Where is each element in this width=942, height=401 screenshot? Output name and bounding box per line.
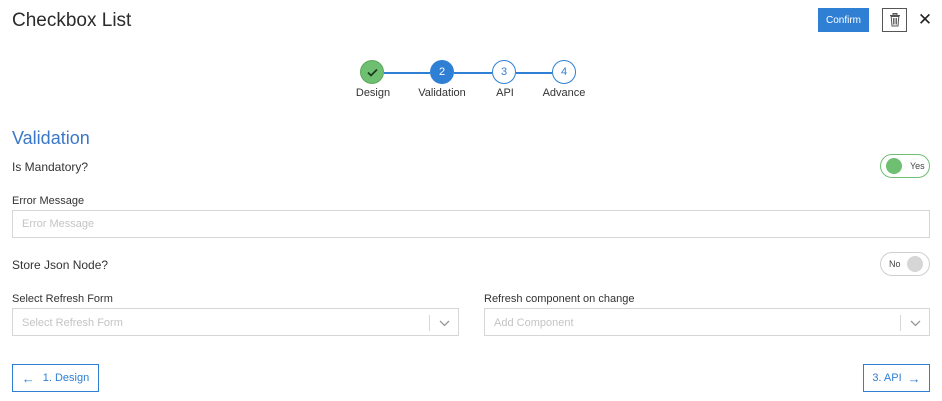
mandatory-label: Is Mandatory?	[12, 160, 89, 174]
select-separator	[429, 315, 430, 331]
chevron-down-icon[interactable]	[438, 317, 450, 329]
select-separator	[900, 315, 901, 331]
arrow-left-icon: ←	[21, 370, 35, 386]
close-icon[interactable]: ✕	[917, 9, 933, 31]
step-advance-circle[interactable]: 4	[552, 60, 576, 84]
section-title: Validation	[12, 128, 90, 148]
step-connector	[516, 72, 552, 74]
step-design-circle[interactable]	[360, 60, 384, 84]
toggle-knob	[906, 256, 923, 272]
confirm-button[interactable]: Confirm	[818, 8, 869, 32]
trash-icon	[889, 13, 900, 27]
mandatory-toggle[interactable]: Yes	[880, 154, 930, 178]
toggle-knob	[886, 158, 902, 174]
toggle-text: Yes	[910, 161, 925, 171]
error-message-input[interactable]	[12, 210, 930, 238]
arrow-right-icon: →	[907, 370, 921, 386]
refresh-component-select[interactable]: Add Component	[484, 308, 930, 336]
step-api-circle[interactable]: 3	[492, 60, 516, 84]
chevron-down-icon[interactable]	[909, 317, 921, 329]
back-design-button[interactable]: ← 1. Design	[12, 364, 99, 392]
step-advance-label[interactable]: Advance	[543, 87, 586, 99]
page-title: Checkbox List	[12, 10, 132, 31]
select-placeholder: Select Refresh Form	[22, 317, 123, 329]
next-api-button[interactable]: 3. API →	[863, 364, 930, 392]
step-design-label[interactable]: Design	[356, 87, 390, 99]
store-json-label: Store Json Node?	[12, 258, 109, 272]
select-placeholder: Add Component	[494, 317, 574, 329]
delete-button[interactable]	[882, 8, 907, 32]
refresh-component-label: Refresh component on change	[484, 293, 635, 305]
refresh-form-select[interactable]: Select Refresh Form	[12, 308, 459, 336]
back-button-label: 1. Design	[42, 372, 90, 384]
error-message-label: Error Message	[12, 195, 85, 207]
step-validation-label[interactable]: Validation	[418, 87, 466, 99]
step-validation-circle[interactable]: 2	[430, 60, 454, 84]
step-connector	[454, 72, 492, 74]
step-connector	[384, 72, 430, 74]
step-api-label[interactable]: API	[496, 87, 514, 99]
toggle-text: No	[889, 259, 901, 269]
stepper: 2 3 4 Design Validation API Advance	[0, 58, 942, 102]
refresh-form-label: Select Refresh Form	[12, 293, 113, 305]
checkmark-icon	[366, 68, 378, 77]
store-json-toggle[interactable]: No	[880, 252, 930, 276]
next-button-label: 3. API	[872, 372, 902, 384]
